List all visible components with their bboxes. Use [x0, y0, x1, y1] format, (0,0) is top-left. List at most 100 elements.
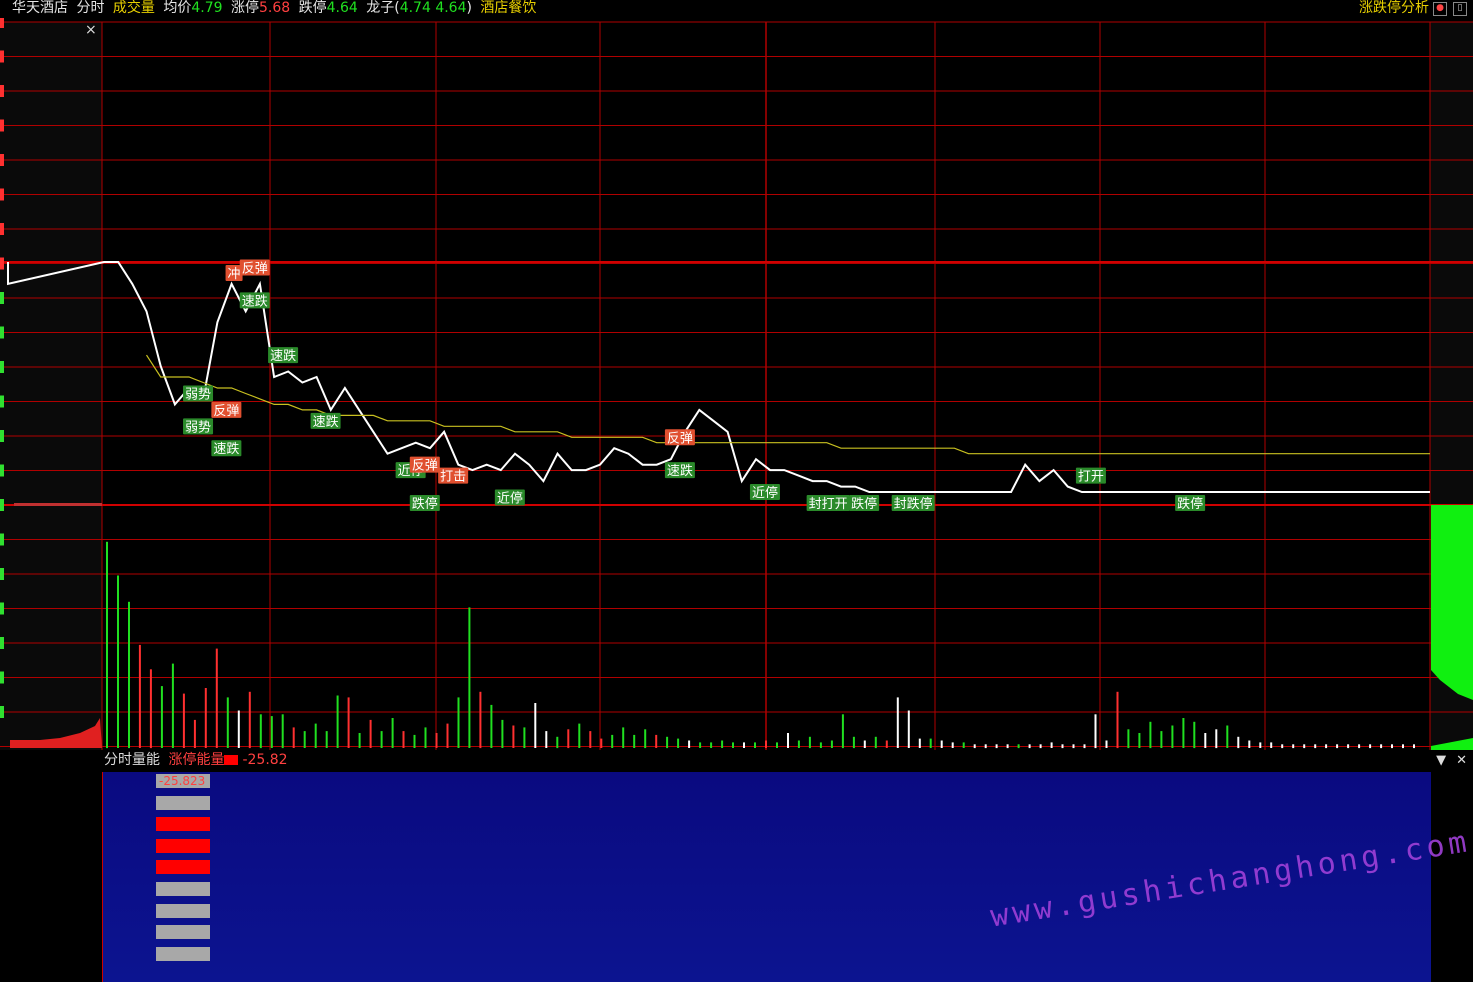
- volume-bar: [995, 744, 998, 749]
- volume-bar: [435, 733, 438, 748]
- volume-bar: [325, 731, 328, 748]
- volume-bar: [138, 644, 141, 748]
- sector-name[interactable]: 酒店餐饮: [480, 0, 536, 17]
- dragon-values: 4.74 4.64: [399, 0, 467, 16]
- volume-bar: [567, 729, 570, 749]
- volume-bar: [688, 740, 691, 748]
- volume-bar: [380, 731, 383, 748]
- dragon-close: ): [466, 0, 472, 16]
- volume-bar: [1182, 718, 1185, 748]
- volume-bar: [918, 738, 921, 748]
- close-icon[interactable]: ×: [85, 22, 97, 38]
- volume-bar: [896, 697, 899, 748]
- volume-bar: [259, 714, 262, 749]
- volume-bar: [193, 719, 196, 748]
- close-panel-icon[interactable]: ✕: [1456, 750, 1467, 771]
- volume-bar: [677, 738, 680, 748]
- stock-name[interactable]: 华天酒店: [12, 0, 68, 17]
- signal-tag-label: 弱势: [185, 419, 211, 435]
- avg-price-label: 均价: [163, 0, 192, 16]
- axis-tick-mark: [0, 188, 4, 201]
- indicator-title-group: 分时量能 涨停能量 -25.82: [104, 750, 292, 771]
- volume-bar: [1204, 733, 1207, 748]
- limit-analysis-link[interactable]: 涨跌停分析: [1359, 0, 1429, 17]
- volume-bar: [1248, 740, 1251, 748]
- volume-bar: [1336, 744, 1339, 749]
- volume-bar: [1369, 744, 1372, 749]
- volume-bar: [721, 740, 724, 748]
- volume-bar: [1017, 744, 1020, 749]
- axis-tick-mark: [0, 18, 4, 28]
- volume-bar: [226, 697, 229, 748]
- volume-bar: [314, 723, 317, 748]
- axis-tick-mark: [0, 257, 4, 270]
- window-icon[interactable]: ▯: [1453, 1, 1467, 16]
- volume-bar: [106, 541, 108, 749]
- volume-bar: [1072, 744, 1075, 749]
- volume-bar: [600, 738, 603, 748]
- tab-volume[interactable]: 成交量: [113, 0, 155, 17]
- volume-bar: [501, 719, 504, 748]
- volume-bar: [611, 734, 614, 748]
- limit-down-label: 跌停: [298, 0, 327, 16]
- volume-bar: [1215, 729, 1218, 749]
- volume-bar: [248, 691, 251, 749]
- volume-bar: [633, 734, 636, 748]
- dropdown-arrow-icon[interactable]: ▼: [1436, 750, 1446, 771]
- signal-tag-label: 封跌停: [894, 496, 933, 512]
- axis-tick-mark: [0, 602, 4, 615]
- volume-bar: [951, 742, 954, 748]
- indicator-name[interactable]: 涨停能量: [168, 752, 224, 768]
- tab-intraday[interactable]: 分时: [76, 0, 104, 17]
- volume-bar: [1391, 744, 1393, 749]
- dragon-label: 龙子(: [366, 0, 400, 16]
- indicator-panel-header: 分时量能 涨停能量 -25.82 ▼ ✕: [0, 750, 1473, 772]
- volume-bar: [413, 734, 416, 748]
- volume-bar: [1237, 736, 1240, 749]
- signal-tag-label: 速跌: [667, 463, 693, 479]
- volume-bar: [1281, 744, 1284, 749]
- volume-bar: [710, 742, 713, 748]
- signal-tag-label: 反弹: [667, 431, 693, 446]
- signal-tag-label: 速跌: [213, 441, 239, 457]
- volume-bar: [204, 688, 207, 748]
- signal-tag-label: 弱势: [185, 386, 211, 402]
- axis-tick-mark: [0, 85, 4, 97]
- volume-bar: [215, 648, 218, 748]
- record-icon[interactable]: ●: [1433, 1, 1447, 16]
- axis-tick-mark: [0, 326, 4, 339]
- volume-bar: [358, 733, 361, 748]
- volume-bar: [655, 734, 658, 748]
- signal-tag-label: 近停: [497, 491, 523, 507]
- energy-bar: [156, 925, 210, 940]
- premarket-marker: [14, 503, 102, 506]
- volume-bar: [874, 736, 877, 749]
- volume-bar: [446, 723, 449, 748]
- lower-left-gutter: [0, 772, 103, 982]
- volume-bar: [523, 727, 526, 748]
- volume-bar: [545, 731, 548, 748]
- top-right-controls: 涨跌停分析 ● ▯: [1359, 0, 1473, 17]
- top-info-bar: 华天酒店 分时 成交量 均价4.79 涨停5.68 跌停4.64 龙子(4.74…: [0, 0, 1473, 18]
- energy-bar: [156, 860, 210, 875]
- axis-tick-mark: [0, 292, 4, 304]
- volume-bar: [1138, 733, 1141, 748]
- intraday-chart[interactable]: 冲反弹速跌弱势弱势反弹速跌速跌速跌近停反弹跌停打击近停反弹速跌近停封打开跌停封跌…: [0, 18, 1473, 750]
- signal-tag-label: 近停: [752, 485, 778, 501]
- volume-bar: [1171, 725, 1174, 748]
- volume-bar: [1149, 721, 1152, 749]
- indicator-panel-title[interactable]: 分时量能: [104, 752, 160, 768]
- volume-bar: [534, 703, 537, 748]
- volume-bar: [973, 744, 976, 749]
- volume-bar: [1303, 744, 1306, 749]
- axis-tick-mark: [0, 568, 4, 580]
- volume-bar: [830, 740, 833, 748]
- signal-tag-label: 跌停: [1177, 496, 1203, 512]
- volume-bar: [402, 731, 405, 748]
- energy-bar: [156, 817, 210, 832]
- volume-bar: [776, 742, 778, 748]
- limit-down-value: 4.64: [326, 0, 358, 16]
- volume-bar: [1325, 744, 1328, 749]
- volume-bar: [490, 704, 493, 748]
- volume-bar: [128, 601, 130, 749]
